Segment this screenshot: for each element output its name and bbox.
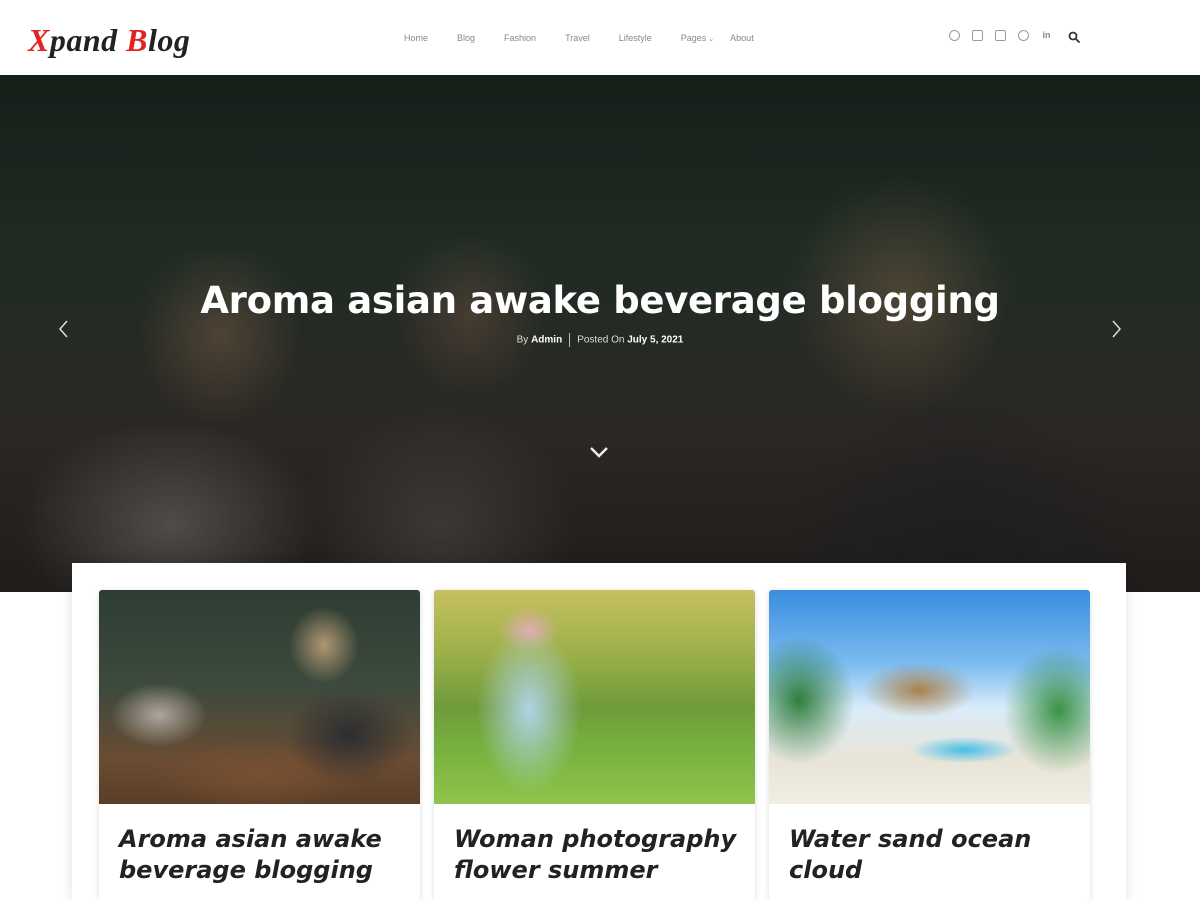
instagram-icon[interactable] xyxy=(995,30,1006,41)
nav-blog[interactable]: Blog xyxy=(457,29,475,47)
nav-pages[interactable]: Pages ⌄ xyxy=(681,29,714,47)
search-icon[interactable] xyxy=(1068,31,1080,43)
meta-divider xyxy=(569,333,571,347)
by-label: By xyxy=(516,334,532,346)
logo-pand: pand xyxy=(49,22,127,58)
post-card[interactable]: Woman photography flower summer xyxy=(434,590,755,900)
social-links: in xyxy=(949,30,1064,41)
post-title[interactable]: Woman photography flower summer xyxy=(454,824,744,886)
post-thumbnail[interactable] xyxy=(434,590,755,804)
logo-x: X xyxy=(28,22,50,58)
post-date[interactable]: July 5, 2021 xyxy=(627,335,683,346)
posted-label: Posted On xyxy=(577,334,628,346)
author-link[interactable]: Admin xyxy=(531,335,562,346)
nav-travel[interactable]: Travel xyxy=(565,29,590,47)
hero-meta: By Admin Posted On July 5, 2021 xyxy=(0,333,1200,348)
post-thumbnail[interactable] xyxy=(99,590,420,804)
main-nav: Home Blog Fashion Travel Lifestyle Pages… xyxy=(404,29,754,47)
chevron-right-icon[interactable] xyxy=(1110,318,1124,340)
pinterest-icon[interactable] xyxy=(1018,30,1029,41)
post-card[interactable]: Water sand ocean cloud xyxy=(769,590,1090,900)
chevron-left-icon[interactable] xyxy=(56,318,70,340)
linkedin-icon[interactable]: in xyxy=(1041,30,1052,41)
post-title[interactable]: Aroma asian awake beverage blogging xyxy=(119,824,409,886)
nav-about[interactable]: About xyxy=(730,29,754,47)
hero-slider: Aroma asian awake beverage blogging By A… xyxy=(0,75,1200,592)
post-title[interactable]: Water sand ocean cloud xyxy=(789,824,1079,886)
featured-posts: Aroma asian awake beverage blogging Woma… xyxy=(72,563,1126,900)
site-header: Xpand Blog Home Blog Fashion Travel Life… xyxy=(0,0,1200,75)
post-thumbnail[interactable] xyxy=(769,590,1090,804)
post-card[interactable]: Aroma asian awake beverage blogging xyxy=(99,590,420,900)
chevron-down-icon[interactable] xyxy=(589,445,609,459)
nav-pages-label: Pages xyxy=(680,33,707,43)
chevron-down-icon: ⌄ xyxy=(708,36,715,43)
logo-b: B xyxy=(126,22,148,58)
hero-title[interactable]: Aroma asian awake beverage blogging xyxy=(0,278,1200,324)
twitter-icon[interactable] xyxy=(972,30,983,41)
facebook-icon[interactable] xyxy=(949,30,960,41)
nav-lifestyle[interactable]: Lifestyle xyxy=(619,29,652,47)
nav-home[interactable]: Home xyxy=(404,29,428,47)
logo-log: log xyxy=(147,22,191,58)
site-logo[interactable]: Xpand Blog xyxy=(28,20,190,60)
nav-fashion[interactable]: Fashion xyxy=(504,29,536,47)
